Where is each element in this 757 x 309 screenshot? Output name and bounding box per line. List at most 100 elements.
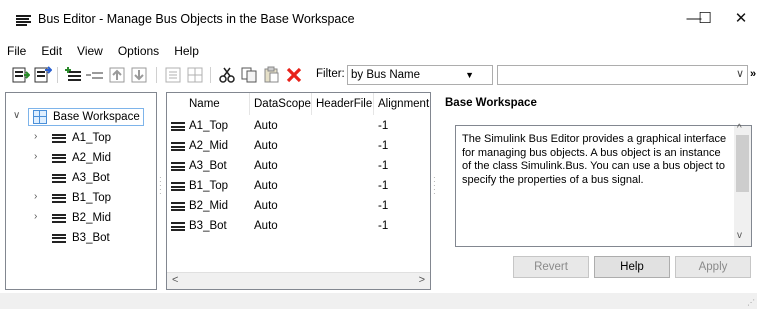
vertical-scrollbar[interactable]: ^ v <box>734 123 751 246</box>
bus-object-icon <box>171 202 185 211</box>
add-element-icon[interactable] <box>86 66 104 84</box>
workspace-tree[interactable]: Base Workspace ∨ › A1_Top › A2_Mid A3_Bo… <box>5 92 157 290</box>
bus-element-table[interactable]: Name DataScope HeaderFile Alignment A1_T… <box>166 92 431 290</box>
tree-root-base-workspace[interactable]: Base Workspace <box>28 108 144 126</box>
cell-name: B2_Mid <box>189 200 228 212</box>
bus-object-icon <box>171 142 185 151</box>
cell-alignment: -1 <box>378 140 389 152</box>
bus-object-icon <box>52 193 66 203</box>
cell-name: A3_Bot <box>189 160 227 172</box>
cell-alignment: -1 <box>378 220 389 232</box>
export-icon[interactable] <box>34 66 52 84</box>
menu-bar: File Edit View Options Help <box>0 41 207 61</box>
resize-grip-icon[interactable]: ⋰ <box>747 298 755 307</box>
scrollbar-thumb[interactable] <box>736 135 749 192</box>
close-button[interactable]: ✕ <box>726 8 756 30</box>
grid-icon[interactable] <box>186 66 204 84</box>
workspace-icon <box>33 110 47 124</box>
cell-name: A1_Top <box>189 120 229 132</box>
tree-item-label: B2_Mid <box>72 212 111 224</box>
menu-file[interactable]: File <box>0 41 34 61</box>
tree-item-label: A3_Bot <box>72 172 110 184</box>
description-text: The Simulink Bus Editor provides a graph… <box>462 133 727 186</box>
expand-chevron-icon[interactable]: › <box>34 131 44 142</box>
cell-datascope: Auto <box>254 120 278 132</box>
revert-button[interactable]: Revert <box>513 256 589 278</box>
cell-datascope: Auto <box>254 140 278 152</box>
window-title: Bus Editor - Manage Bus Objects in the B… <box>38 12 355 26</box>
expand-chevron-icon[interactable]: › <box>34 191 44 202</box>
toolbar-separator <box>210 67 211 83</box>
bus-object-icon <box>171 122 185 131</box>
tree-item[interactable]: B2_Mid <box>52 209 111 227</box>
description-box[interactable]: The Simulink Bus Editor provides a graph… <box>455 123 752 247</box>
filter-mode-dropdown[interactable]: by Bus Name ▼ <box>347 65 493 85</box>
expand-chevron-icon[interactable]: › <box>34 151 44 162</box>
cell-alignment: -1 <box>378 180 389 192</box>
dropdown-arrow-icon: ▼ <box>465 70 474 80</box>
move-down-icon[interactable] <box>130 66 148 84</box>
tree-root-label: Base Workspace <box>53 111 140 123</box>
toolbar-separator <box>57 67 58 83</box>
bus-object-icon <box>52 133 66 143</box>
bus-object-icon <box>171 182 185 191</box>
expand-chevron-icon[interactable]: › <box>34 211 44 222</box>
splitter-handle[interactable]: · · · · · <box>433 174 436 198</box>
cell-datascope: Auto <box>254 180 278 192</box>
tree-item[interactable]: B1_Top <box>52 189 111 207</box>
scroll-right-icon[interactable]: > <box>419 274 425 286</box>
tree-item[interactable]: B3_Bot <box>52 229 110 247</box>
column-header-datascope[interactable]: DataScope <box>250 93 312 115</box>
help-button[interactable]: Help <box>594 256 670 278</box>
delete-icon[interactable] <box>285 66 303 84</box>
bus-object-icon <box>52 153 66 163</box>
bus-object-icon <box>52 233 66 243</box>
menu-edit[interactable]: Edit <box>34 41 70 61</box>
scroll-left-icon[interactable]: < <box>172 274 178 286</box>
column-header-headerfile[interactable]: HeaderFile <box>312 93 374 115</box>
horizontal-scrollbar[interactable]: < > <box>167 272 430 289</box>
bus-editor-app-icon <box>16 15 31 26</box>
cell-datascope: Auto <box>254 200 278 212</box>
toolbar-separator <box>156 67 157 83</box>
tree-item[interactable]: A1_Top <box>52 129 111 147</box>
chevron-down-icon[interactable]: ∨ <box>736 67 744 80</box>
properties-title: Base Workspace <box>445 97 537 109</box>
filter-label: Filter: <box>316 68 345 80</box>
bus-object-icon <box>52 213 66 223</box>
apply-button[interactable]: Apply <box>675 256 751 278</box>
copy-icon[interactable] <box>240 66 258 84</box>
scroll-up-icon[interactable]: ^ <box>737 123 742 134</box>
create-simulink-parameter-icon[interactable] <box>164 66 182 84</box>
cell-name: A2_Mid <box>189 140 228 152</box>
status-bar: ⋰ <box>0 293 757 309</box>
tree-item[interactable]: A2_Mid <box>52 149 111 167</box>
column-header-alignment[interactable]: Alignment <box>374 93 430 115</box>
move-up-icon[interactable] <box>108 66 126 84</box>
filter-text-input[interactable]: ∨ <box>497 65 748 85</box>
splitter-handle[interactable]: · · · · · <box>159 174 162 198</box>
menu-help[interactable]: Help <box>167 41 207 61</box>
column-header-name[interactable]: Name <box>185 93 250 115</box>
bus-object-icon <box>171 162 185 171</box>
maximize-button[interactable]: ☐ <box>690 8 720 30</box>
menu-options[interactable]: Options <box>111 41 167 61</box>
cut-icon[interactable] <box>218 66 236 84</box>
toolbar: Filter: by Bus Name ▼ ∨ » <box>0 63 757 88</box>
cell-alignment: -1 <box>378 160 389 172</box>
cell-alignment: -1 <box>378 120 389 132</box>
cell-datascope: Auto <box>254 160 278 172</box>
add-bus-icon[interactable] <box>64 66 82 84</box>
import-icon[interactable] <box>12 66 30 84</box>
filter-mode-value: by Bus Name <box>351 69 421 81</box>
chevron-down-icon[interactable]: ∨ <box>13 110 23 121</box>
paste-icon[interactable] <box>262 66 280 84</box>
tree-item-label: B1_Top <box>72 192 112 204</box>
tree-item[interactable]: A3_Bot <box>52 169 110 187</box>
menu-view[interactable]: View <box>70 41 111 61</box>
tree-item-label: A2_Mid <box>72 152 111 164</box>
cell-alignment: -1 <box>378 200 389 212</box>
tree-item-label: B3_Bot <box>72 232 110 244</box>
scroll-down-icon[interactable]: v <box>737 230 742 241</box>
toolbar-overflow-button[interactable]: » <box>750 68 756 80</box>
